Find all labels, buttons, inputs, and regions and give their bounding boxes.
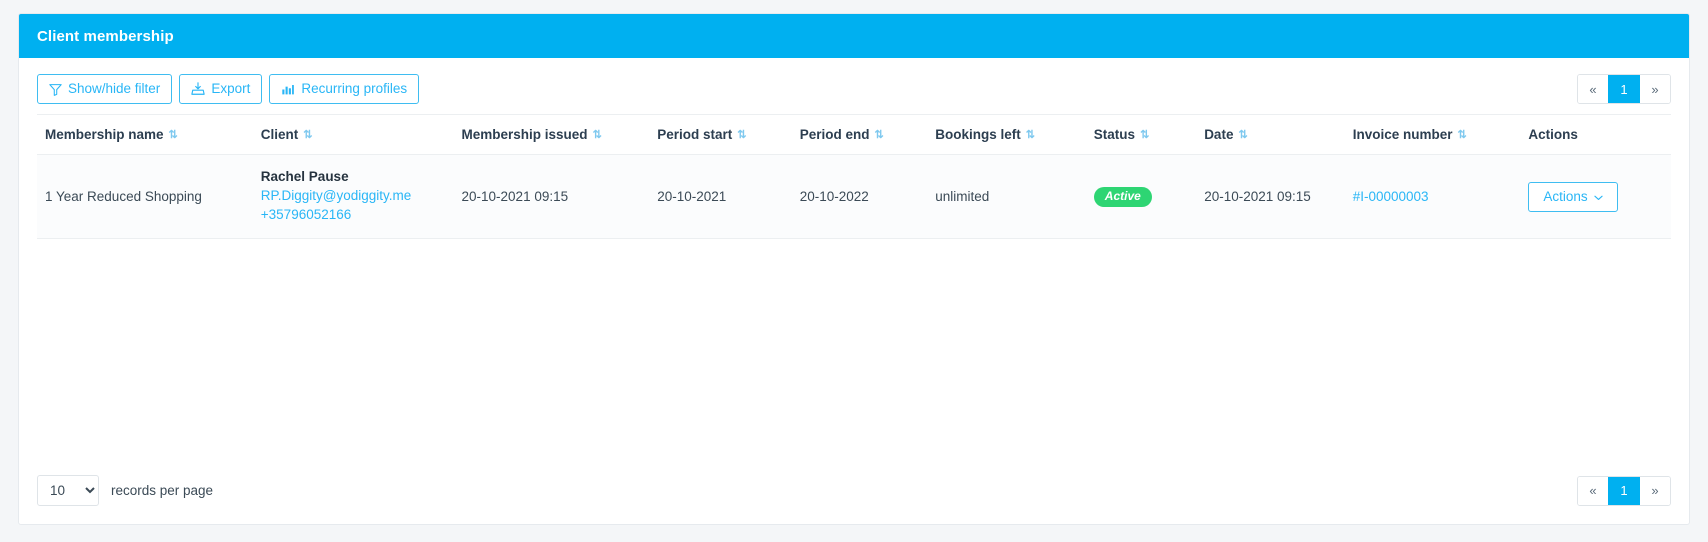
table-header-row: Membership name ⇅ Client ⇅ Membership issu… [37,114,1671,155]
column-header-bookings-left[interactable]: Bookings left ⇅ [927,114,1086,155]
sort-icon-bookings-left[interactable]: ⇅ [1026,130,1035,141]
column-header-membership-issued[interactable]: Membership issued ⇅ [453,114,650,155]
table-row: 1 Year Reduced Shopping Rachel Pause RP.… [37,154,1671,240]
sort-icon-period-start[interactable]: ⇅ [737,130,746,141]
cell-period-start: 20-10-2021 [649,154,792,240]
memberships-table: Membership name ⇅ Client ⇅ Membership issu… [37,114,1671,240]
column-label-period-end: Period end [799,127,870,142]
cell-membership-issued: 20-10-2021 09:15 [453,154,650,240]
column-header-client[interactable]: Client ⇅ [252,114,454,155]
sort-icon-invoice-number[interactable]: ⇅ [1458,130,1467,141]
cell-date: 20-10-2021 09:15 [1196,154,1345,240]
pagination-bottom-prev[interactable]: « [1578,476,1608,505]
column-header-actions: Actions [1520,114,1671,155]
pagination-bottom-next[interactable]: » [1640,476,1670,505]
toolbar-buttons: Show/hide filter Export Recurring profil… [37,74,420,104]
client-phone-link[interactable]: +35796052166 [261,205,446,224]
cell-period-end: 20-10-2022 [791,154,928,240]
records-per-page-select[interactable]: 102550100 [37,475,99,506]
bar-chart-icon [281,83,295,96]
column-header-period-end[interactable]: Period end ⇅ [791,114,928,155]
card-footer: 102550100 records per page « 1 » [19,463,1689,524]
export-button[interactable]: Export [179,74,263,104]
column-header-date[interactable]: Date ⇅ [1196,114,1345,155]
invoice-number-link[interactable]: #I-00000003 [1353,187,1513,206]
chevron-down-icon [1594,195,1603,201]
records-per-page-label: records per page [111,483,214,498]
pagination-bottom: « 1 » [1577,475,1671,506]
column-header-status[interactable]: Status ⇅ [1085,114,1197,155]
pagination-top-next[interactable]: » [1640,75,1670,103]
column-label-invoice-number: Invoice number [1352,127,1453,142]
pagination-top-prev[interactable]: « [1578,75,1608,103]
column-label-status: Status [1093,127,1136,142]
column-header-period-start[interactable]: Period start ⇅ [649,114,792,155]
table-container: Membership name ⇅ Client ⇅ Membership issu… [19,114,1689,240]
cell-invoice-number: #I-00000003 [1344,154,1521,240]
recurring-profiles-button[interactable]: Recurring profiles [269,74,420,104]
funnel-icon [49,83,62,96]
client-membership-card: Client membership Show/hide filter Expor… [18,13,1690,525]
pagination-top: « 1 » [1577,74,1671,104]
row-actions-button[interactable]: Actions [1528,181,1618,212]
page-background: Client membership Show/hide filter Expor… [0,0,1708,542]
row-actions-label: Actions [1543,189,1588,205]
pagination-top-page-1[interactable]: 1 [1608,75,1640,103]
sort-icon-status[interactable]: ⇅ [1140,130,1149,141]
cell-actions: Actions [1520,154,1671,240]
cell-bookings-left: unlimited [927,154,1086,240]
sort-icon-membership-issued[interactable]: ⇅ [593,130,602,141]
status-badge: Active [1093,186,1152,207]
table-body: 1 Year Reduced Shopping Rachel Pause RP.… [37,154,1671,240]
column-header-membership-name[interactable]: Membership name ⇅ [37,114,253,155]
cell-client: Rachel Pause RP.Diggity@yodiggity.me +35… [252,154,454,240]
show-hide-filter-button[interactable]: Show/hide filter [37,74,173,104]
page-title: Client membership [37,27,174,45]
column-header-invoice-number[interactable]: Invoice number ⇅ [1344,114,1521,155]
client-email-link[interactable]: RP.Diggity@yodiggity.me [261,186,446,205]
card-header: Client membership [19,14,1689,58]
show-hide-filter-label: Show/hide filter [68,81,161,97]
column-label-membership-issued: Membership issued [461,127,588,142]
sort-icon-period-end[interactable]: ⇅ [875,130,884,141]
column-label-date: Date [1204,127,1234,142]
records-per-page-group: 102550100 records per page [37,475,213,506]
export-label: Export [211,81,251,97]
cell-status: Active [1085,154,1197,240]
client-name: Rachel Pause [260,169,349,184]
column-label-actions: Actions [1528,127,1578,142]
column-label-period-start: Period start [657,127,733,142]
column-label-client: Client [260,127,299,142]
sort-icon-date[interactable]: ⇅ [1238,130,1247,141]
pagination-bottom-page-1[interactable]: 1 [1608,476,1640,505]
export-download-icon [191,82,206,96]
recurring-profiles-label: Recurring profiles [301,81,408,97]
column-label-bookings-left: Bookings left [935,127,1021,142]
column-label-membership-name: Membership name [45,127,164,142]
sort-icon-client[interactable]: ⇅ [303,130,312,141]
table-head: Membership name ⇅ Client ⇅ Membership issu… [37,114,1671,155]
cell-membership-name: 1 Year Reduced Shopping [37,154,253,240]
sort-icon-membership-name[interactable]: ⇅ [169,130,178,141]
toolbar: Show/hide filter Export Recurring profil… [19,58,1689,114]
